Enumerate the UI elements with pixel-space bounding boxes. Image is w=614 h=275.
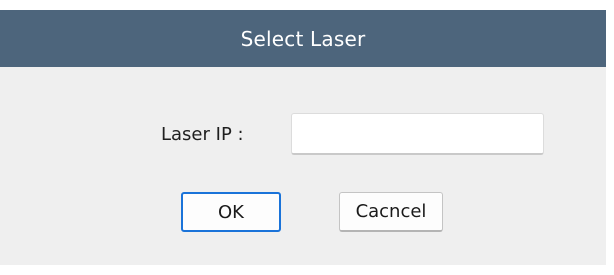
ok-button[interactable]: OK xyxy=(181,192,281,232)
cancel-button[interactable]: Cacncel xyxy=(339,192,443,232)
dialog-title: Select Laser xyxy=(240,26,366,51)
laser-ip-input[interactable] xyxy=(291,113,544,155)
select-laser-dialog: Select Laser Laser IP : OK Cacncel xyxy=(0,0,606,265)
laser-ip-label: Laser IP : xyxy=(161,124,244,145)
dialog-titlebar[interactable]: Select Laser xyxy=(0,10,606,67)
top-margin xyxy=(0,0,606,10)
dialog-body: Laser IP : OK Cacncel xyxy=(0,67,606,265)
